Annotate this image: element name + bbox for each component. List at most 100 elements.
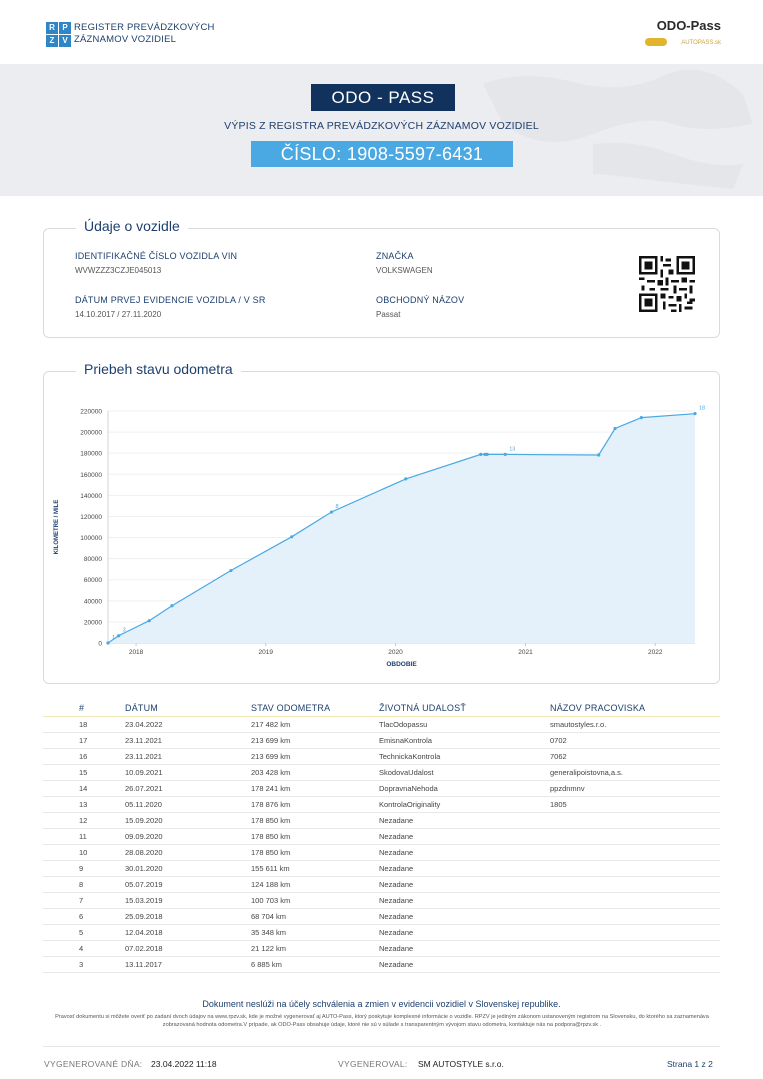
generated-by-label: VYGENEROVAL: (338, 1059, 408, 1069)
trade-name-label: OBCHODNÝ NÁZOV (376, 295, 465, 305)
row-event: Nezadane (379, 864, 414, 873)
generated-on-value: 23.04.2022 11:18 (151, 1059, 217, 1069)
vin-label: IDENTIFIKAČNÉ ČÍSLO VOZIDLA VIN (75, 251, 238, 261)
data-point (613, 426, 617, 431)
first-registration-value: 14.10.2017 / 27.11.2020 (75, 310, 162, 319)
y-tick-label: 120000 (80, 514, 102, 521)
table-row: 6 25.09.2018 68 704 km Nezadane (43, 909, 720, 925)
row-odometer: 203 428 km (251, 768, 291, 777)
row-event: TlacOdopassu (379, 720, 428, 729)
data-point (639, 416, 643, 420)
odometer-chart-panel: Priebeh stavu odometra 0 20000 40000 60000 8… (43, 361, 720, 684)
row-date: 28.08.2020 (125, 848, 163, 857)
data-point (404, 477, 408, 481)
row-odometer: 6 885 km (251, 960, 282, 969)
vehicle-info-panel: Údaje o vozidle IDENTIFIKAČNÉ ČÍSLO VOZI… (43, 218, 720, 338)
row-date: 23.11.2021 (125, 752, 162, 761)
data-point (106, 641, 110, 645)
table-row: 4 07.02.2018 21 122 km Nezadane (43, 941, 720, 957)
logo-letter: P (59, 22, 71, 34)
col-header-date: DÁTUM (125, 703, 158, 713)
table-row: 5 12.04.2018 35 348 km Nezadane (43, 925, 720, 941)
row-odometer: 213 699 km (251, 752, 291, 761)
row-date: 26.07.2021 (125, 784, 163, 793)
logo-letter: Z (46, 35, 58, 47)
row-event: Nezadane (379, 928, 414, 937)
table-row: 14 26.07.2021 178 241 km DopravnaNehoda ppzd… (43, 781, 720, 797)
row-date: 05.11.2020 (125, 800, 162, 809)
table-row: 16 23.11.2021 213 699 km TechnickaKontrola 7… (43, 749, 720, 765)
register-title-line1: REGISTER PREVÁDZKOVÝCH (74, 22, 215, 33)
table-row: 13 05.11.2020 178 876 km KontrolaOriginalit… (43, 797, 720, 813)
key-icon (645, 38, 667, 46)
row-date: 25.09.2018 (125, 912, 163, 921)
row-event: Nezadane (379, 896, 414, 905)
row-workplace: generalipoistovna,a.s. (550, 768, 623, 777)
rpzv-logo-icon: R P Z V (46, 22, 71, 47)
data-point (170, 604, 174, 608)
y-tick-label: 100000 (80, 535, 102, 542)
brand-value: VOLKSWAGEN (376, 266, 433, 275)
row-odometer: 124 188 km (251, 880, 291, 889)
row-workplace: 0702 (550, 736, 567, 745)
row-odometer: 178 850 km (251, 848, 291, 857)
row-event: Nezadane (379, 960, 414, 969)
odo-pass-logo-tagline: AUTOPASS.sk (681, 40, 721, 46)
row-number: 6 (79, 912, 84, 921)
data-point (117, 634, 121, 638)
row-number: 7 (79, 896, 84, 905)
y-tick-label: 60000 (84, 577, 102, 584)
disclaimer-main: Dokument neslúži na účely schválenia a z… (202, 999, 561, 1009)
row-event: TechnickaKontrola (379, 752, 441, 761)
odometer-chart: 0 20000 40000 60000 80000 100000 120000 140000 1… (54, 406, 705, 668)
row-number: 9 (79, 864, 84, 873)
col-header-event: ŽIVOTNÁ UDALOSŤ (379, 703, 467, 713)
row-odometer: 21 122 km (251, 944, 287, 953)
row-number: 18 (79, 720, 88, 729)
row-event: Nezadane (379, 880, 414, 889)
records-table-header: # DÁTUM STAV ODOMETRA ŽIVOTNÁ UDALOSŤ NÁ… (43, 700, 720, 717)
generated-on-label: VYGENEROVANÉ DŇA: (44, 1059, 143, 1069)
first-registration-label: DÁTUM PRVEJ EVIDENCIE VOZIDLA / V SR (75, 295, 266, 305)
row-number: 13 (79, 800, 88, 809)
col-header-workplace: NÁZOV PRACOVISKA (550, 703, 646, 713)
row-date: 12.04.2018 (125, 928, 163, 937)
row-date: 23.11.2021 (125, 736, 162, 745)
y-tick-label: 220000 (80, 409, 102, 416)
y-axis-title: KILOMETRE / MILE (54, 500, 60, 555)
data-point-label: 8 (336, 504, 339, 510)
data-point (693, 412, 697, 416)
document-title: ODO - PASS (311, 84, 455, 111)
y-tick-label: 180000 (80, 451, 102, 458)
row-workplace: 7062 (550, 752, 567, 761)
row-number: 17 (79, 736, 88, 745)
row-number: 15 (79, 768, 88, 777)
register-title: REGISTER PREVÁDZKOVÝCH ZÁZNAMOV VOZIDIEL (74, 22, 215, 46)
y-tick-label: 40000 (84, 598, 102, 605)
y-tick-label: 0 (98, 641, 102, 648)
y-tick-label: 20000 (84, 619, 102, 626)
footer-divider (43, 1046, 720, 1047)
table-row: 17 23.11.2021 213 699 km EmisnaKontrola 0702 (43, 733, 720, 749)
row-odometer: 100 703 km (251, 896, 291, 905)
row-event: Nezadane (379, 848, 414, 857)
row-number: 5 (79, 928, 84, 937)
row-number: 3 (79, 960, 84, 969)
data-point (147, 619, 151, 623)
row-odometer: 178 850 km (251, 832, 291, 841)
row-workplace: ppzdnmnv (550, 784, 585, 793)
row-number: 11 (79, 832, 87, 841)
row-odometer: 178 850 km (251, 816, 291, 825)
row-event: KontrolaOriginality (379, 800, 441, 809)
row-event: Nezadane (379, 912, 414, 921)
row-event: DopravnaNehoda (379, 784, 438, 793)
page-number: Strana 1 z 2 (667, 1059, 713, 1069)
row-date: 15.09.2020 (125, 816, 163, 825)
data-point-label: 13 (509, 446, 515, 452)
row-event: Nezadane (379, 816, 414, 825)
row-date: 23.04.2022 (125, 720, 163, 729)
row-number: 14 (79, 784, 88, 793)
row-workplace: smautostyles.r.o. (550, 720, 607, 729)
x-tick-label: 2018 (129, 649, 144, 656)
table-row: 3 13.11.2017 6 885 km Nezadane (43, 957, 720, 973)
